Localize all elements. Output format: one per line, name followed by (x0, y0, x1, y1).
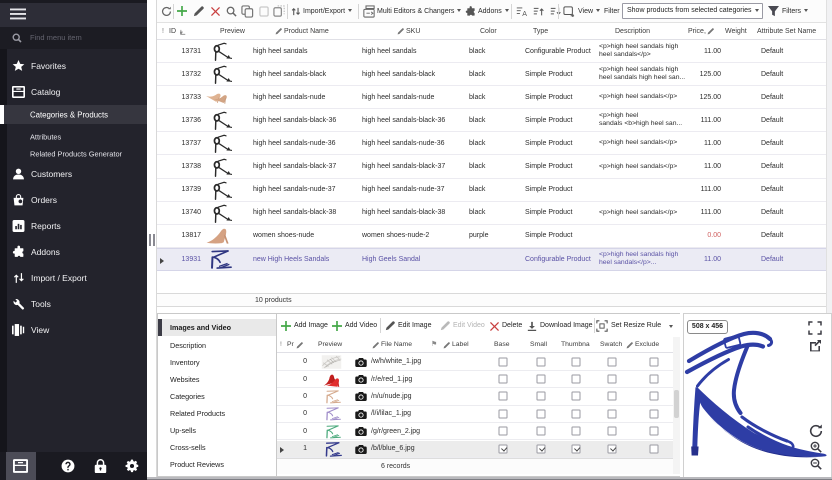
svg-text:A: A (522, 11, 527, 17)
